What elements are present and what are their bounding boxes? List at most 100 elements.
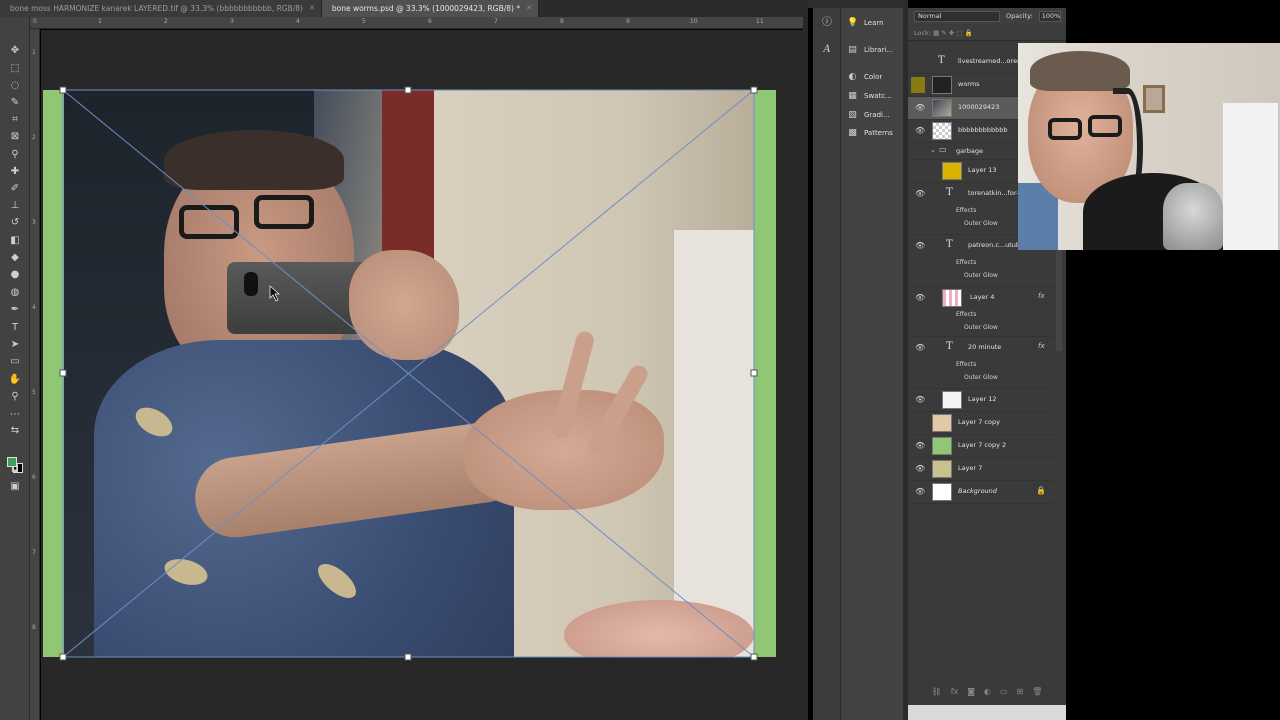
layer-row[interactable]: 👁 Layer 12 [908,389,1054,412]
text-layer-icon: T [946,341,953,352]
layer-name: Layer 12 [968,395,997,403]
outer-glow-label: Outer Glow [964,220,998,227]
webcam-overlay [1018,43,1280,250]
panel-gradients[interactable]: ▧ Gradi... [847,108,890,122]
eye-icon[interactable]: 👁 [915,487,925,496]
eye-icon[interactable]: 👁 [915,103,925,112]
link-layers-icon[interactable]: ⛓ [932,687,942,696]
layers-options-bar: Normal Opacity: 100% [908,8,1066,24]
eye-icon[interactable]: 👁 [915,189,925,198]
outer-glow-label: Outer Glow [964,272,998,279]
fx-icon[interactable]: fx [1038,342,1045,350]
webcam-picture-frame [1143,85,1165,113]
transform-handle-bottom-left[interactable] [59,653,67,661]
mouse-cursor-icon [269,285,280,302]
panel-patterns[interactable]: ▩ Patterns [847,126,893,140]
color-wheel-icon: ◐ [848,72,857,82]
layer-name: Layer 7 copy [958,418,1000,426]
panel-bottom-edge [908,705,1066,720]
layer-thumbnail [942,391,962,409]
layer-name: 20 minute [968,343,1002,351]
add-mask-icon[interactable]: ◙ [967,687,975,696]
panel-libraries[interactable]: ▤ Librari... [847,43,893,57]
collapsed-panels: 💡 Learn ▤ Librari... ◐ Color ▦ Swatc... … [841,8,903,720]
text-layer-icon: T [946,187,953,198]
transform-handle-left[interactable] [59,369,67,377]
webcam-microphone [1163,183,1223,250]
patterns-icon: ▩ [848,128,857,138]
transform-handle-right[interactable] [750,369,758,377]
layer-name: bbbbbbbbbbbb [958,126,1008,134]
folder-icon: ▭ [939,145,947,154]
layer-thumbnail [942,162,962,180]
character-icon[interactable]: A [820,43,834,57]
outer-glow-label: Outer Glow [964,374,998,381]
transform-handle-top-left[interactable] [59,86,67,94]
layer-thumbnail [932,483,952,501]
layer-thumbnail [932,76,952,94]
eye-icon[interactable]: 👁 [915,441,925,450]
layer-thumbnail [932,460,952,478]
lightbulb-icon: 💡 [847,18,859,28]
webcam-door [1223,103,1278,250]
info-icon[interactable]: ⓘ [820,16,834,30]
layer-row[interactable]: Layer 7 copy [908,412,1054,435]
blend-mode-select[interactable]: Normal [914,10,1000,22]
lock-icon[interactable]: 🔒 [1036,486,1046,495]
transform-handle-top[interactable] [404,86,412,94]
layer-name: Layer 13 [968,166,997,174]
eye-icon[interactable]: 👁 [915,293,925,302]
layer-name: Layer 7 [958,464,983,472]
panel-label: Gradi... [864,111,890,119]
eye-icon[interactable]: 👁 [915,241,925,250]
layer-thumbnail [932,99,952,117]
new-group-icon[interactable]: ▭ [1000,687,1008,696]
chevron-down-icon[interactable]: ⌄ [930,146,936,154]
panel-header-strip [808,0,908,8]
lock-label: Lock: [914,29,932,37]
fx-icon[interactable]: fx [951,687,959,696]
layer-name: 1000029423 [958,103,1000,111]
layer-thumbnail [942,289,962,307]
layers-footer: ⛓ fx ◙ ◐ ▭ ⊞ 🗑 [908,683,1066,699]
adjustment-layer-icon[interactable]: ◐ [984,687,991,696]
panel-label: Patterns [864,129,893,137]
transform-handle-bottom-right[interactable] [750,653,758,661]
eye-icon[interactable]: 👁 [915,126,925,135]
panel-learn[interactable]: 💡 Learn [847,16,884,30]
opacity-input[interactable]: 100% [1038,10,1061,22]
visibility-toggle[interactable] [911,77,925,93]
transform-handle-bottom[interactable] [404,653,412,661]
opacity-label: Opacity: [1006,12,1033,20]
layer-name: garbage [956,147,984,155]
eye-icon[interactable]: 👁 [915,464,925,473]
webcam-hair [1030,51,1130,91]
layer-name: worms [958,80,980,88]
panel-icon-strip: ⓘ A [813,8,841,720]
eye-icon[interactable]: 👁 [915,395,925,404]
lock-icons[interactable]: ▦ ✎ ✥ ⬚ 🔒 [933,29,973,37]
layer-name: Layer 4 [970,293,995,301]
layer-row[interactable]: 👁 Layer 4 fx Effects Outer Glow [908,287,1054,337]
eye-icon[interactable]: 👁 [915,343,925,352]
new-layer-icon[interactable]: ⊞ [1017,687,1024,696]
swatches-grid-icon: ▦ [848,91,857,101]
layer-thumbnail [932,122,952,140]
trash-icon[interactable]: 🗑 [1032,687,1042,696]
panel-color[interactable]: ◐ Color [847,70,883,84]
transform-handle-top-right[interactable] [750,86,758,94]
foreground-color-swatch[interactable] [7,457,17,467]
panel-label: Swatc... [864,92,892,100]
layer-row[interactable]: 👁 Layer 7 copy 2 [908,435,1054,458]
layer-thumbnail [932,414,952,432]
fx-icon[interactable]: fx [1038,292,1045,300]
gradient-icon: ▧ [848,110,857,120]
visibility-toggle[interactable] [911,415,925,431]
layer-row[interactable]: 👁 Background 🔒 [908,481,1054,504]
visibility-toggle[interactable] [911,54,925,70]
layer-row[interactable]: 👁 Layer 7 [908,458,1054,481]
layer-name: torenatkin...for-s [968,189,1022,197]
layer-row[interactable]: 👁 T 20 minute fx Effects Outer Glow [908,337,1054,389]
panel-swatches[interactable]: ▦ Swatc... [847,89,892,103]
lock-row: Lock: ▦ ✎ ✥ ⬚ 🔒 [908,25,1066,41]
